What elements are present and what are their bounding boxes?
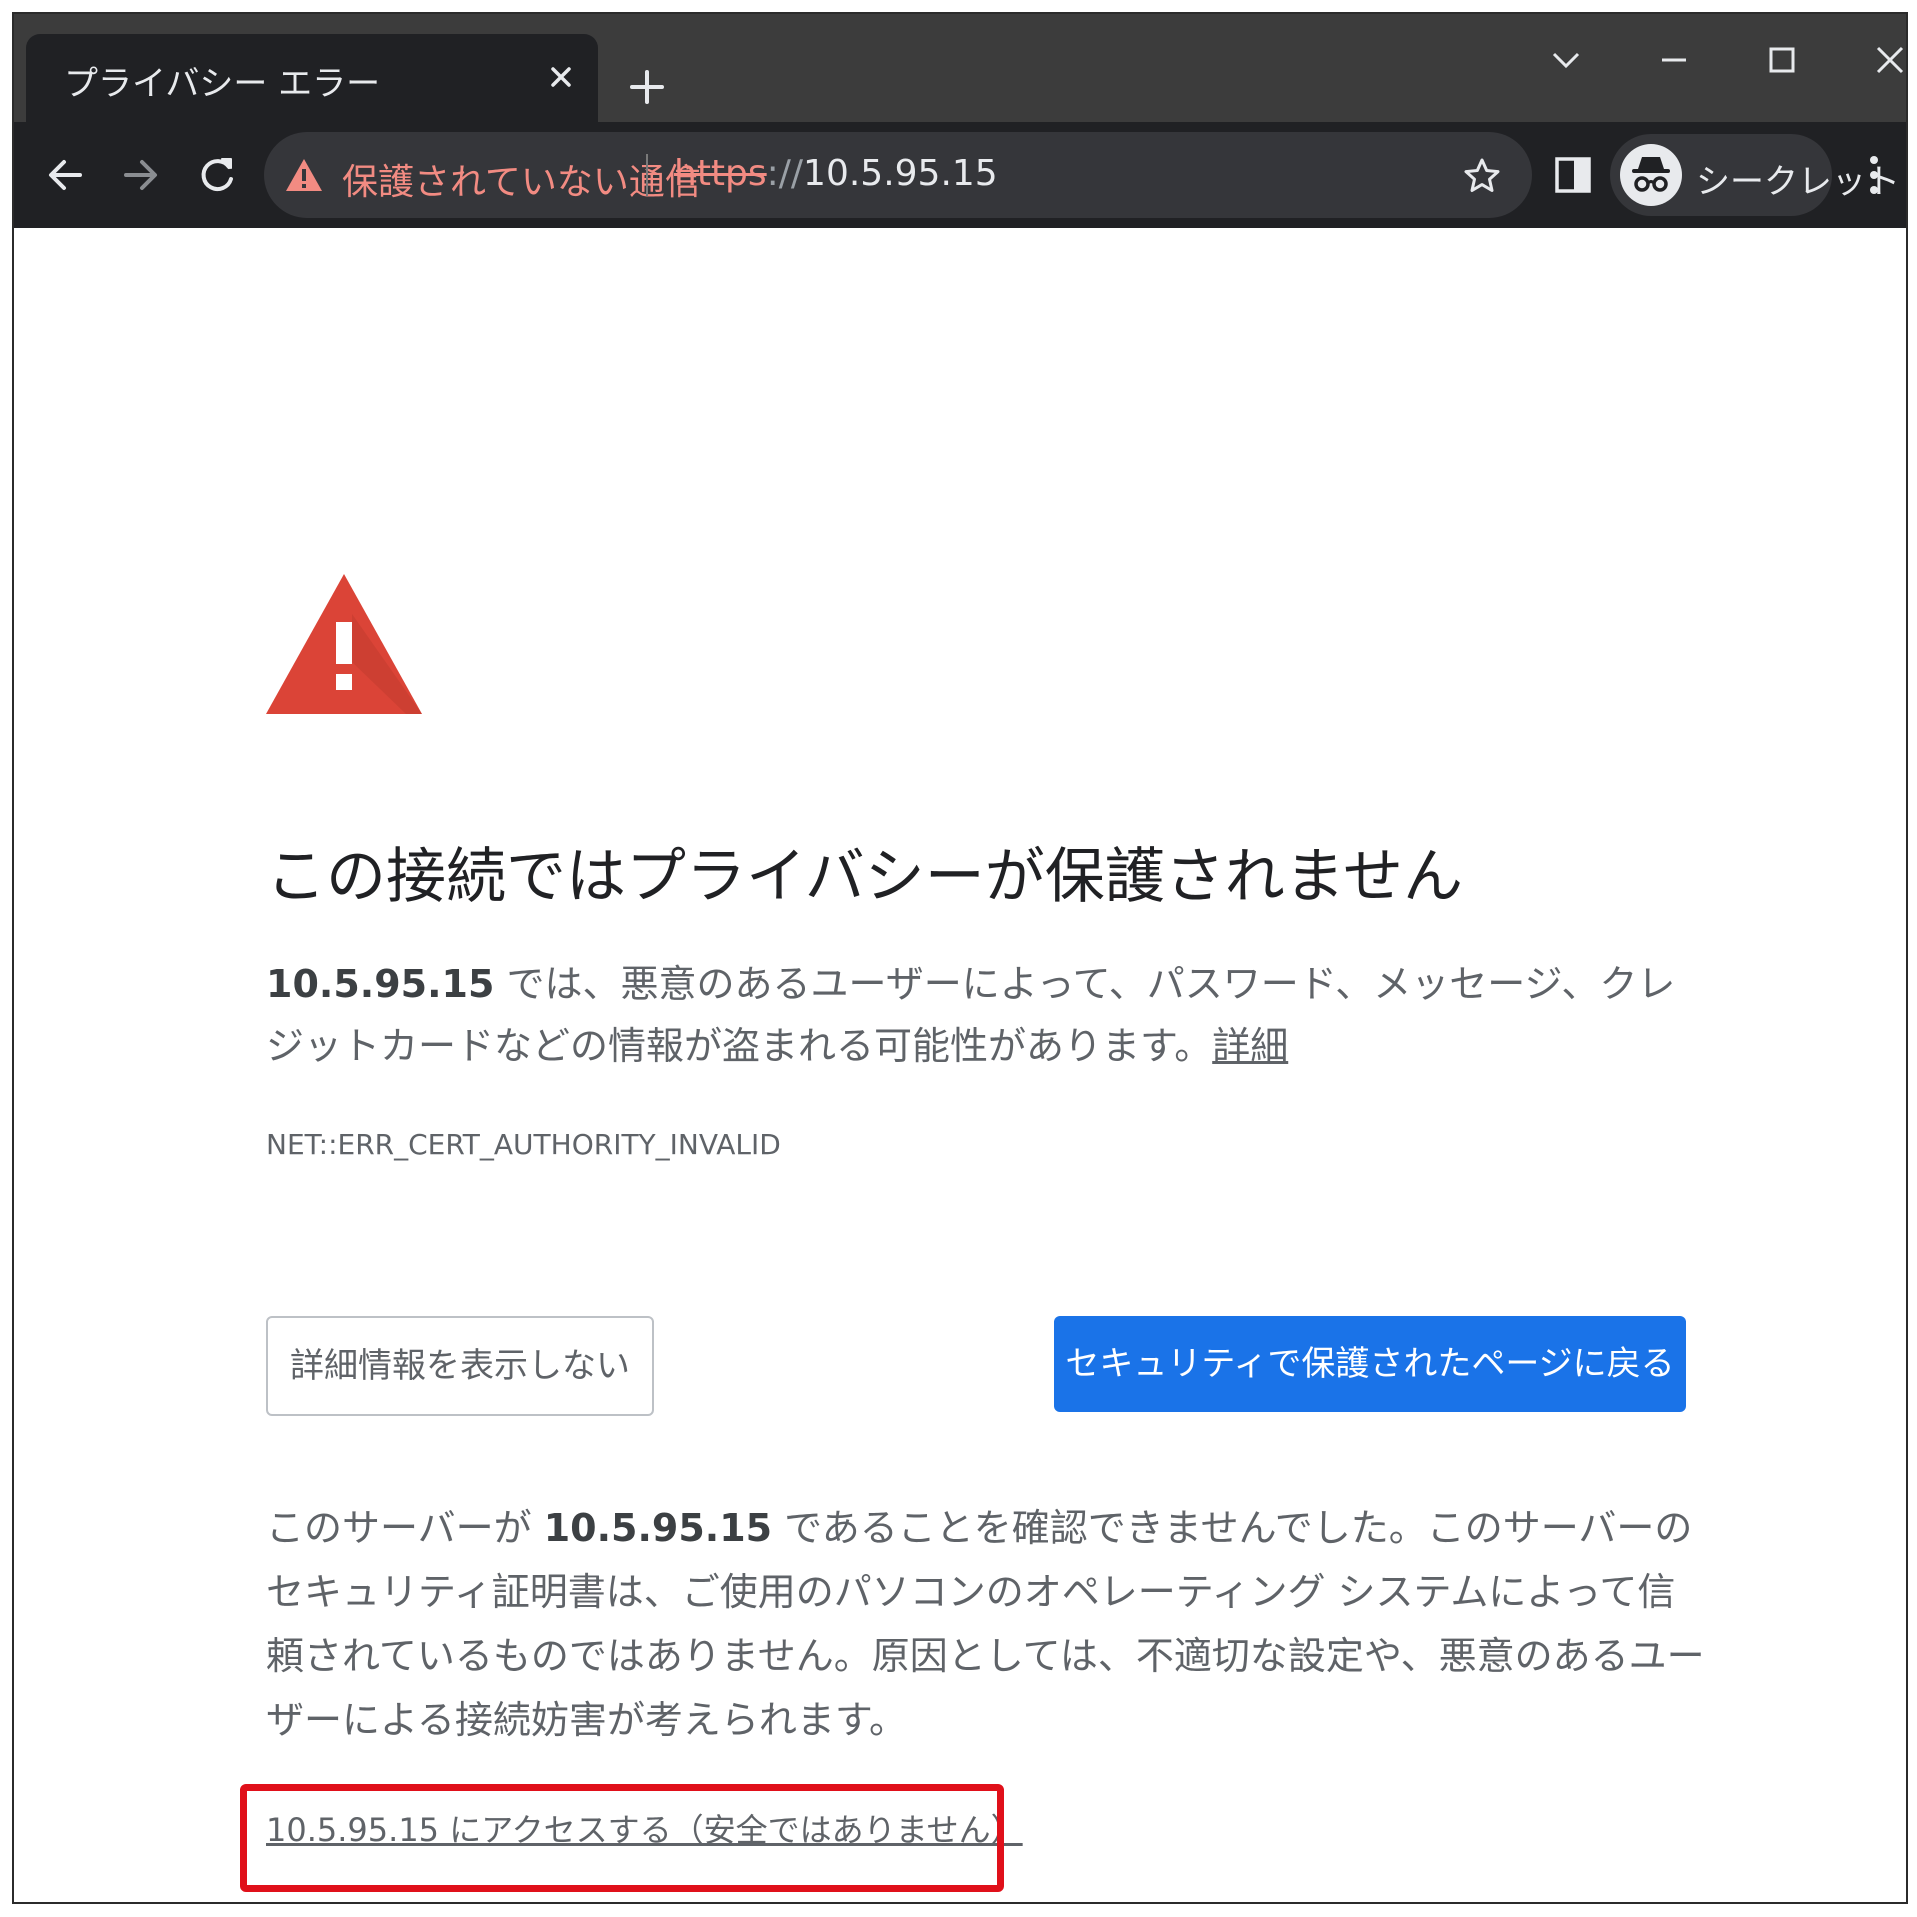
highlight-annotation — [240, 1784, 1004, 1892]
close-icon[interactable] — [544, 60, 578, 94]
url-text[interactable]: https://10.5.95.15 — [674, 153, 998, 194]
desc-host: 10.5.95.15 — [266, 962, 495, 1006]
back-to-safety-button[interactable]: セキュリティで保護されたページに戻る — [1054, 1316, 1686, 1412]
toolbar: 保護されていない通信 https://10.5.95.15 シークレット — [14, 122, 1906, 228]
tab-strip: プライバシー エラー — [14, 14, 1906, 122]
back-arrow-icon[interactable] — [40, 150, 90, 200]
incognito-icon — [1620, 144, 1682, 206]
detail-prefix: このサーバーが — [266, 1506, 544, 1550]
star-icon[interactable] — [1462, 156, 1502, 196]
error-description: 10.5.95.15 では、悪意のあるユーザーによって、パスワード、メッセージ、… — [266, 953, 1706, 1077]
detail-host: 10.5.95.15 — [543, 1506, 773, 1550]
page-title: この接続ではプライバシーが保護されません — [266, 842, 1463, 912]
details-explanation: このサーバーが 10.5.95.15 であることを確認できませんでした。このサー… — [266, 1496, 1706, 1752]
interstitial-page: この接続ではプライバシーが保護されません 10.5.95.15 では、悪意のある… — [14, 228, 1906, 1902]
maximize-icon[interactable] — [1762, 40, 1802, 80]
warning-icon — [286, 159, 322, 191]
reload-icon[interactable] — [192, 150, 242, 200]
minimize-icon[interactable] — [1654, 40, 1694, 80]
url-host: 10.5.95.15 — [803, 153, 998, 194]
tab-title: プライバシー エラー — [64, 64, 381, 104]
hide-details-button[interactable]: 詳細情報を表示しない — [266, 1316, 654, 1416]
window-close-icon[interactable] — [1870, 40, 1908, 80]
plus-icon[interactable] — [626, 66, 668, 108]
browser-window: プライバシー エラー 保護されていない通信 https://10.5.95.15… — [12, 12, 1908, 1904]
details-link[interactable]: 詳細 — [1212, 1024, 1288, 1068]
omnibox-divider — [646, 154, 648, 196]
url-scheme: https — [674, 153, 767, 194]
warning-icon — [266, 574, 422, 714]
url-slashes: :// — [766, 153, 804, 194]
chevron-down-icon[interactable] — [1546, 40, 1586, 80]
more-vert-icon[interactable] — [1864, 150, 1884, 200]
incognito-profile-button[interactable]: シークレット — [1610, 134, 1900, 216]
side-panel-icon[interactable] — [1554, 156, 1592, 194]
tab-privacy-error[interactable]: プライバシー エラー — [26, 34, 598, 122]
forward-arrow-icon[interactable] — [116, 150, 166, 200]
error-code: NET::ERR_CERT_AUTHORITY_INVALID — [266, 1128, 781, 1161]
address-bar[interactable]: 保護されていない通信 https://10.5.95.15 — [264, 132, 1532, 218]
